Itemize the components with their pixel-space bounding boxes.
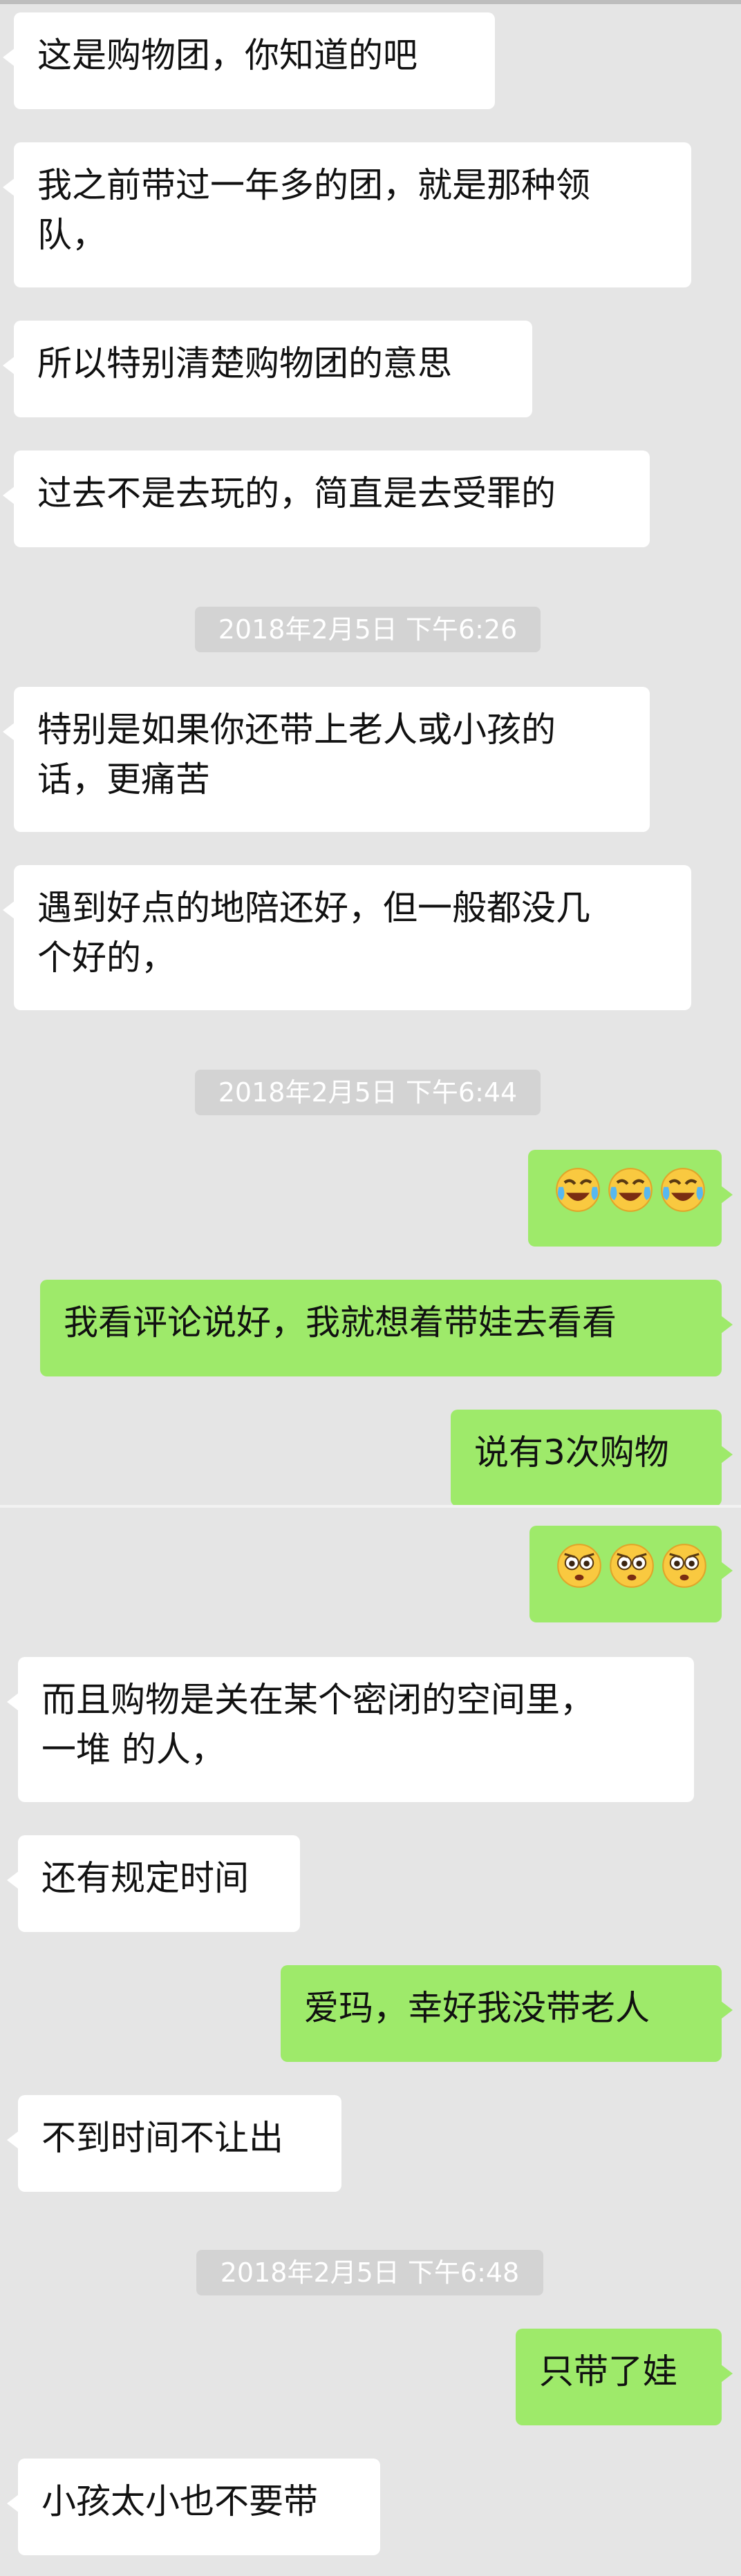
message-bubble-incoming[interactable]: 所以特别清楚购物团的意思 (3, 321, 532, 417)
crying-laughing-face-icon (661, 1168, 705, 1212)
message-bubble-outgoing[interactable] (529, 1526, 733, 1622)
message-bubble-outgoing[interactable] (528, 1150, 733, 1247)
message-bubble-incoming[interactable]: 小孩太小也不要带 (7, 2459, 380, 2555)
divider (0, 1505, 741, 1508)
emoji-group (556, 1542, 708, 1589)
message-text: 还有规定时间 (41, 1858, 249, 1898)
message-bubble-incoming[interactable]: 遇到好点的地陪还好，但一般都没几 个好的， (3, 865, 691, 1010)
message-text: 这是购物团，你知道的吧 (37, 35, 418, 75)
wide-eyed-face-icon (610, 1544, 654, 1588)
message-bubble-incoming[interactable]: 这是购物团，你知道的吧 (3, 12, 495, 109)
message-text: 特别是如果你还带上老人或小孩的 话，更痛苦 (37, 710, 556, 799)
message-text: 我看评论说好，我就想着带娃去看看 (64, 1303, 617, 1343)
message-bubble-incoming[interactable]: 过去不是去玩的，简直是去受罪的 (3, 451, 650, 547)
top-edge (0, 0, 741, 4)
message-bubble-outgoing[interactable]: 爱玛，幸好我没带老人 (281, 1965, 733, 2062)
timestamp-badge: 2018年2月5日 下午6:26 (195, 607, 541, 652)
crying-laughing-face-icon (608, 1168, 653, 1212)
message-bubble-outgoing[interactable]: 只带了娃 (516, 2329, 733, 2425)
message-bubble-incoming[interactable]: 特别是如果你还带上老人或小孩的 话，更痛苦 (3, 687, 650, 832)
message-text: 小孩太小也不要带 (41, 2481, 318, 2521)
message-bubble-incoming[interactable]: 还有规定时间 (7, 1835, 300, 1932)
message-text: 所以特别清楚购物团的意思 (37, 343, 452, 383)
timestamp-badge: 2018年2月5日 下午6:48 (196, 2250, 543, 2295)
timestamp-badge: 2018年2月5日 下午6:44 (195, 1070, 541, 1115)
message-text: 过去不是去玩的，简直是去受罪的 (37, 473, 556, 513)
message-text: 只带了娃 (539, 2351, 677, 2392)
wide-eyed-face-icon (662, 1544, 706, 1588)
crying-laughing-face-icon (556, 1168, 600, 1212)
message-text: 我之前带过一年多的团，就是那种领 队， (37, 165, 590, 255)
message-text: 说有3次购物 (474, 1432, 669, 1472)
message-bubble-outgoing[interactable]: 说有3次购物 (451, 1410, 733, 1506)
wide-eyed-face-icon (557, 1544, 601, 1588)
emoji-group (554, 1166, 706, 1213)
message-text: 遇到好点的地陪还好，但一般都没几 个好的， (37, 888, 590, 978)
message-bubble-outgoing[interactable]: 我看评论说好，我就想着带娃去看看 (40, 1280, 733, 1376)
message-bubble-incoming[interactable]: 而且购物是关在某个密闭的空间里， 一堆 的人， (7, 1657, 694, 1802)
message-text: 不到时间不让出 (41, 2118, 283, 2158)
message-bubble-incoming[interactable]: 我之前带过一年多的团，就是那种领 队， (3, 142, 691, 287)
message-text: 爱玛，幸好我没带老人 (304, 1988, 650, 2028)
message-bubble-incoming[interactable]: 不到时间不让出 (7, 2095, 341, 2192)
message-text: 而且购物是关在某个密闭的空间里， 一堆 的人， (41, 1680, 594, 1770)
